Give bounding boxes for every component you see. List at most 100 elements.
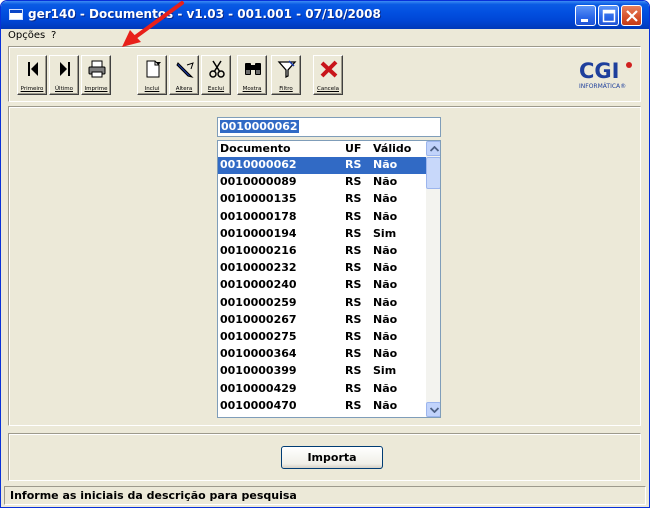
cell-valido: Não bbox=[373, 278, 398, 292]
scissors-icon bbox=[209, 60, 225, 78]
include-button[interactable]: Inclui bbox=[137, 55, 167, 95]
cell-valido: Não bbox=[373, 192, 398, 206]
cell-valido: Não bbox=[373, 209, 398, 223]
filter-label: Filtro bbox=[279, 86, 293, 92]
cell-documento: 0010000232 bbox=[220, 261, 297, 275]
cell-valido: Não bbox=[373, 398, 398, 412]
list-item[interactable]: 0010000470 RS Não bbox=[218, 398, 426, 415]
show-button[interactable]: Mostra bbox=[237, 55, 267, 95]
cell-uf: RS bbox=[345, 244, 362, 257]
cell-documento: 0010000135 bbox=[220, 192, 297, 206]
menu-bar: Opções ? bbox=[1, 29, 649, 45]
search-value: 0010000062 bbox=[220, 120, 299, 133]
list-item[interactable]: 0010000429 RS Não bbox=[218, 381, 426, 398]
delete-button[interactable]: Exclui bbox=[201, 55, 231, 95]
last-icon bbox=[60, 62, 70, 76]
last-label: Último bbox=[55, 86, 73, 92]
cell-documento: 0010000399 bbox=[220, 364, 297, 378]
scroll-up-button[interactable] bbox=[426, 141, 440, 156]
first-icon bbox=[28, 62, 38, 76]
binoculars-icon bbox=[245, 63, 261, 75]
scroll-down-button[interactable] bbox=[426, 402, 440, 417]
cell-documento: 0010000062 bbox=[220, 158, 297, 171]
list-item[interactable]: 0010000194 RS Sim bbox=[218, 226, 426, 243]
list-item[interactable]: 0010000089 RS Não bbox=[218, 174, 426, 191]
list-item[interactable]: 0010000135 RS Não bbox=[218, 191, 426, 208]
list-item[interactable]: 0010000259 RS Não bbox=[218, 295, 426, 312]
cell-documento: 0010000470 bbox=[220, 398, 297, 412]
cell-valido: Não bbox=[373, 381, 398, 395]
cell-documento: 0010000194 bbox=[220, 226, 297, 240]
print-button[interactable]: Imprime bbox=[81, 55, 111, 95]
title-bar[interactable]: ger140 - Documentos - v1.03 - 001.001 - … bbox=[1, 1, 649, 29]
filter-funnel-icon bbox=[277, 60, 297, 79]
cell-documento: 0010000429 bbox=[220, 381, 297, 395]
list-item[interactable]: 0010000232 RS Não bbox=[218, 260, 426, 277]
window-title: ger140 - Documentos - v1.03 - 001.001 - … bbox=[28, 7, 381, 21]
cell-uf: RS bbox=[345, 347, 362, 361]
minimize-icon bbox=[581, 19, 588, 22]
cancel-x-icon bbox=[320, 60, 338, 78]
import-button[interactable]: Importa bbox=[281, 446, 383, 469]
scroll-thumb[interactable] bbox=[426, 157, 440, 189]
cell-uf: RS bbox=[345, 209, 362, 223]
list-item[interactable]: 0010000062 RS Não bbox=[218, 157, 426, 174]
toolbar: Primeiro Último Imprime Inclui Altera Ex… bbox=[8, 46, 641, 102]
company-logo: CGI INFORMÁTICA® bbox=[575, 59, 635, 91]
list-item[interactable]: 0010000364 RS Não bbox=[218, 346, 426, 363]
cell-documento: 0010000089 bbox=[220, 175, 297, 189]
cell-uf: RS bbox=[345, 192, 362, 206]
cell-documento: 0010000267 bbox=[220, 312, 297, 326]
printer-icon bbox=[88, 60, 106, 78]
logo-text: CGI bbox=[579, 59, 620, 83]
edit-label: Altera bbox=[175, 86, 193, 92]
chevron-down-icon bbox=[430, 407, 439, 413]
list-header: Documento UF Válido bbox=[218, 141, 426, 157]
list-item[interactable]: 0010000399 RS Sim bbox=[218, 363, 426, 380]
cancel-button[interactable]: Cancela bbox=[313, 55, 343, 95]
last-button[interactable]: Último bbox=[49, 55, 79, 95]
cell-documento: 0010000275 bbox=[220, 330, 297, 343]
first-button[interactable]: Primeiro bbox=[17, 55, 47, 95]
menu-help[interactable]: ? bbox=[51, 30, 56, 41]
app-icon bbox=[9, 9, 23, 20]
cell-uf: RS bbox=[345, 175, 362, 189]
list-item[interactable]: 0010000178 RS Não bbox=[218, 209, 426, 226]
cell-uf: RS bbox=[345, 381, 362, 395]
cell-valido: Não bbox=[373, 330, 398, 343]
list-item[interactable]: 0010000267 RS Não bbox=[218, 312, 426, 329]
cell-uf: RS bbox=[345, 364, 362, 378]
cell-uf: RS bbox=[345, 226, 362, 240]
show-label: Mostra bbox=[242, 86, 262, 92]
list-item[interactable]: 0010000216 RS Não bbox=[218, 243, 426, 260]
list-item[interactable]: 0010000240 RS Não bbox=[218, 277, 426, 294]
cell-uf: RS bbox=[345, 261, 362, 275]
chevron-up-icon bbox=[430, 146, 439, 152]
search-input[interactable]: 0010000062 bbox=[217, 117, 441, 137]
cell-valido: Não bbox=[373, 312, 398, 326]
cell-valido: Sim bbox=[373, 226, 397, 240]
cell-uf: RS bbox=[345, 295, 362, 309]
menu-opcoes[interactable]: Opções bbox=[8, 30, 45, 41]
cell-valido: Não bbox=[373, 244, 398, 257]
cell-valido: Não bbox=[373, 158, 398, 171]
cell-uf: RS bbox=[345, 312, 362, 326]
documents-list[interactable]: Documento UF Válido 0010000062 RS Não 00100… bbox=[217, 140, 441, 418]
edit-pen-icon bbox=[176, 62, 194, 78]
list-item[interactable]: 0010000275 RS Não bbox=[218, 329, 426, 346]
filter-button[interactable]: Filtro bbox=[271, 55, 301, 95]
cell-valido: Sim bbox=[373, 364, 397, 378]
edit-button[interactable]: Altera bbox=[169, 55, 199, 95]
header-documento: Documento bbox=[220, 142, 291, 155]
status-bar: Informe as iniciais da descrição para pe… bbox=[4, 486, 646, 505]
include-label: Inclui bbox=[144, 86, 160, 92]
annotation-arrow-icon bbox=[122, 1, 184, 47]
close-button[interactable] bbox=[621, 5, 642, 26]
maximize-button[interactable] bbox=[598, 5, 619, 26]
cell-valido: Não bbox=[373, 175, 398, 189]
minimize-button[interactable] bbox=[575, 5, 596, 26]
list-scrollbar[interactable] bbox=[426, 141, 440, 417]
logo-subtext: INFORMÁTICA® bbox=[579, 83, 627, 90]
header-uf: UF bbox=[345, 142, 362, 155]
maximize-icon bbox=[602, 9, 616, 23]
